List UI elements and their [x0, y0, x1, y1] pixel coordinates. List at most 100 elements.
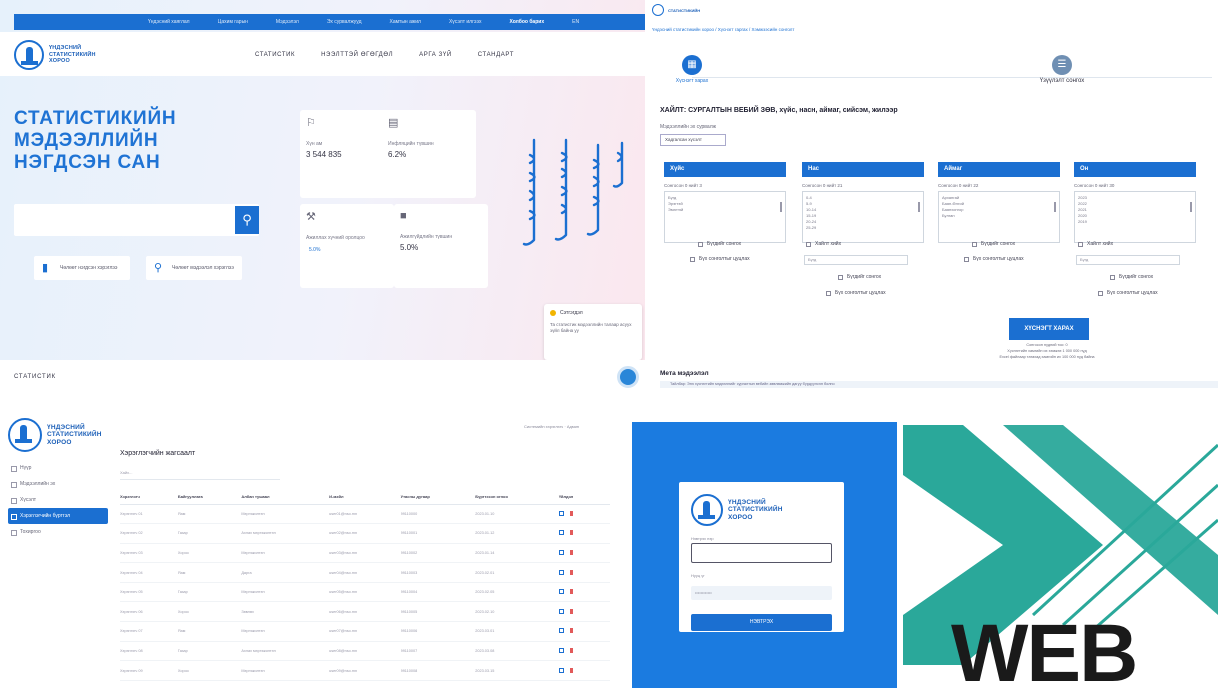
column-header[interactable]: И-мэйл: [329, 490, 401, 505]
view-table-button[interactable]: ХҮСНЭГТ ХАРАХ: [1009, 318, 1089, 340]
saved-request-button[interactable]: Хадгалсан хүсэлт: [660, 134, 726, 146]
indicator-card-inflation[interactable]: ▤ Инфляцийн түвшин 6.2%: [382, 110, 476, 198]
filter-checkbox[interactable]: Хайлт хийх: [806, 241, 841, 247]
delete-icon[interactable]: [569, 667, 573, 673]
topbar-link[interactable]: Мэдээлэл: [262, 19, 313, 25]
nav-item-methodology[interactable]: АРГА ЗҮЙ: [419, 52, 452, 58]
chat-widget[interactable]: Сэтгэгдэл Та статистик мэдээллийн талаар…: [544, 304, 642, 360]
column-header[interactable]: Хэрэглэгч: [120, 490, 178, 505]
sidebar-item[interactable]: Хүсэлт: [8, 492, 108, 508]
table-row[interactable]: Хэрэглэгч 07 Яам Мэргэжилтэн user07@nso.mn 9…: [120, 621, 610, 642]
search-input[interactable]: Хайх...: [120, 470, 280, 480]
deselect-all-checkbox[interactable]: Бүх сонголтыг цуцлах: [826, 290, 886, 296]
password-input[interactable]: ••••••••••••: [691, 586, 832, 600]
topbar-link[interactable]: Цахим гарын: [204, 19, 262, 25]
sidebar-item[interactable]: Тохиргоо: [8, 524, 108, 540]
edit-icon[interactable]: [558, 667, 564, 673]
filter-checkbox[interactable]: Хайлт хийх: [1078, 241, 1113, 247]
select-all-checkbox[interactable]: Бүгдийг сонгох: [698, 241, 741, 247]
table-row[interactable]: Хэрэглэгч 06 Хороо Зөвлөх user06@nso.mn 9911…: [120, 601, 610, 623]
indicator-card-population[interactable]: ⚐ Хүн ам 3 544 835: [300, 110, 394, 198]
indicator-card-labor[interactable]: ⚒ Ажиллах хүчний оролцоо 5.0%: [300, 204, 394, 288]
table-cell: 2023.01.10: [475, 504, 559, 525]
delete-icon[interactable]: [569, 569, 573, 575]
dimension-listbox[interactable]: Архангай Баян-Өлгий Баянхонгор Булган: [938, 191, 1060, 243]
login-button[interactable]: НЭВТРЭХ: [691, 614, 832, 631]
sidebar-item[interactable]: Нүүр: [8, 460, 108, 476]
table-row[interactable]: Хэрэглэгч 04 Яам Дарга user04@nso.mn 9911000…: [120, 562, 610, 583]
filter-select[interactable]: Бүгд: [804, 255, 908, 265]
table-row[interactable]: Хэрэглэгч 01 Яам Мэргэжилтэн user01@nso.mn 9…: [120, 504, 610, 525]
table-row[interactable]: Хэрэглэгч 08 Газар Ахлах мэргэжилтэн user08…: [120, 641, 610, 662]
select-all-checkbox[interactable]: Бүгдийг сонгох: [838, 274, 881, 280]
user-toolbar[interactable]: Системийн хэрэглэгч · Админ: [524, 424, 579, 429]
edit-icon[interactable]: [558, 549, 564, 555]
topbar-link[interactable]: Эх сурвалжууд: [313, 19, 376, 25]
nav-item-standard[interactable]: СТАНДАРТ: [478, 52, 514, 58]
quick-link-2[interactable]: ⚲ Чөлөөт мэдээлэл хэрэглээ: [146, 256, 242, 280]
username-input[interactable]: [691, 543, 832, 563]
nav-item-statistics[interactable]: СТАТИСТИК: [255, 52, 295, 58]
deselect-all-checkbox[interactable]: Бүх сонголтыг цуцлах: [1098, 290, 1158, 296]
topbar-link[interactable]: Хамтын ажил: [376, 19, 435, 25]
table-row[interactable]: Хэрэглэгч 09 Хороо Мэргэжилтэн user09@nso.m…: [120, 660, 610, 681]
edit-icon[interactable]: [558, 530, 564, 536]
list-item[interactable]: 2019: [1078, 219, 1192, 225]
delete-icon[interactable]: [569, 647, 573, 653]
filter-select[interactable]: Бүгд: [1076, 255, 1180, 265]
list-item[interactable]: 25-29: [806, 225, 920, 231]
table-cell: user03@nso.mn: [329, 543, 401, 564]
column-header[interactable]: Үйлдэл: [558, 490, 610, 505]
breadcrumb[interactable]: Үндэсний статистикийн хороо / Хүснэгт га…: [652, 27, 795, 32]
row-actions: [558, 523, 610, 544]
quick-link-1[interactable]: ▮ Чөлөөт нэгдсэн хэрэглээ: [34, 256, 130, 280]
table-row[interactable]: Хэрэглэгч 03 Хороо Мэргэжилтэн user03@nso.m…: [120, 543, 610, 564]
site-logo[interactable]: СТАТИСТИКИЙН: [652, 4, 700, 16]
column-header[interactable]: Утасны дугаар: [400, 490, 476, 505]
delete-icon[interactable]: [569, 608, 573, 614]
edit-icon[interactable]: [558, 647, 564, 653]
indicator-card-unemployment[interactable]: ■ Ажилгүйдлийн түвшин 5.0%: [394, 204, 488, 288]
admin-logo[interactable]: ҮНДЭСНИЙ СТАТИСТИКИЙН ХОРОО: [8, 418, 102, 452]
search-button[interactable]: ⚲: [235, 206, 259, 234]
chat-title: Сэтгэгдэл: [560, 310, 583, 316]
delete-icon[interactable]: [569, 549, 573, 555]
search-box[interactable]: ⚲: [14, 204, 259, 236]
list-item[interactable]: Булган: [942, 213, 1056, 219]
dimension-listbox[interactable]: 2023 2022 2021 2020 2019: [1074, 191, 1196, 243]
sidebar-item[interactable]: Хэрэглэгчийн бүртгэл: [8, 508, 108, 524]
deselect-all-checkbox[interactable]: Бүх сонголтыг цуцлах: [964, 256, 1024, 262]
delete-icon[interactable]: [569, 628, 573, 634]
table-row[interactable]: Хэрэглэгч 02 Газар Ахлах мэргэжилтэн user02…: [120, 523, 610, 544]
table-cell: Хэрэглэгч 03: [120, 543, 178, 564]
delete-icon[interactable]: [569, 589, 573, 595]
table-row[interactable]: Хэрэглэгч 05 Газар Мэргэжилтэн user05@nso.m…: [120, 582, 610, 603]
select-all-checkbox[interactable]: Бүгдийг сонгох: [1110, 274, 1153, 280]
column-header[interactable]: Албан тушаал: [241, 490, 330, 505]
step-view-table[interactable]: ▦ Хүснэгт харах: [662, 55, 722, 84]
edit-icon[interactable]: [558, 628, 564, 634]
dimension-listbox[interactable]: Бүгд Эрэгтэй Эмэгтэй: [664, 191, 786, 243]
column-header[interactable]: Бүртгэсэн огноо: [475, 490, 559, 505]
edit-icon[interactable]: [558, 510, 564, 516]
dimension-listbox[interactable]: 0-4 5-9 10-14 15-19 20-24 25-29: [802, 191, 924, 243]
delete-icon[interactable]: [569, 530, 573, 536]
select-all-checkbox[interactable]: Бүгдийг сонгох: [972, 241, 1015, 247]
topbar-link[interactable]: Хүсэлт илгээх: [435, 19, 496, 25]
edit-icon[interactable]: [558, 608, 564, 614]
step-select-indicator[interactable]: ☰ Үзүүлэлт сонгох: [1022, 55, 1102, 84]
edit-icon[interactable]: [558, 569, 564, 575]
sidebar-item[interactable]: Мэдээллийн эх: [8, 476, 108, 492]
money-icon: ■: [400, 210, 407, 222]
delete-icon[interactable]: [569, 510, 573, 516]
nav-item-open-data[interactable]: НЭЭЛТТЭЙ ӨГӨГДӨЛ: [321, 52, 393, 58]
column-header[interactable]: Байгууллага: [177, 490, 242, 505]
topbar-link[interactable]: EN: [558, 19, 593, 25]
deselect-all-checkbox[interactable]: Бүх сонголтыг цуцлах: [690, 256, 750, 262]
list-item[interactable]: Эмэгтэй: [668, 207, 782, 213]
topbar-link[interactable]: Үндэсний хаяглал: [134, 19, 204, 25]
topbar-link[interactable]: Холбоо барих: [495, 19, 558, 25]
site-logo[interactable]: ҮНДЭСНИЙ СТАТИСТИКИЙН ХОРОО: [14, 40, 96, 70]
chat-bubble-icon[interactable]: [617, 366, 639, 388]
edit-icon[interactable]: [558, 589, 564, 595]
